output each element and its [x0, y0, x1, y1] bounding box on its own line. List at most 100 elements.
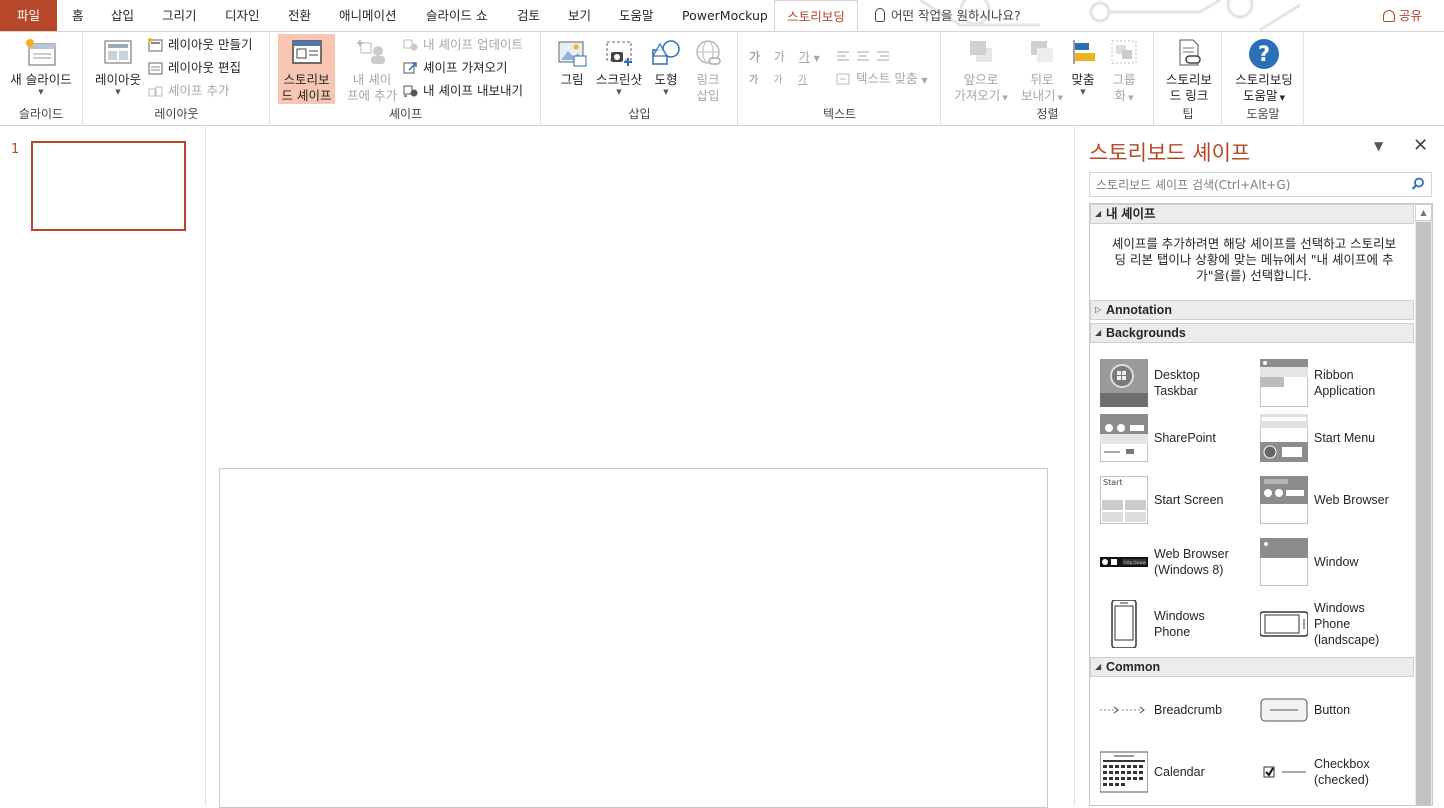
fit-text-label: 텍스트 맞춤 [856, 71, 918, 86]
scroll-up-icon[interactable]: ▲ [1415, 204, 1432, 221]
edit-layout-button[interactable]: 레이아웃 편집 [148, 57, 241, 79]
pane-options-chevron-icon[interactable]: ▼ [1374, 139, 1383, 153]
add-shape-button[interactable]: 셰이프 추가 [148, 80, 229, 102]
group-shapes: 스토리보 드 셰이프 내 셰이 프에 추가 내 셰이프 업데이트 셰이프 가져오… [271, 32, 541, 125]
group-objects-button[interactable]: 그룹 화 ▼ [1104, 34, 1144, 104]
shape-desktop-taskbar[interactable]: Desktop Taskbar [1090, 359, 1250, 407]
align-button[interactable]: 맞춤 ▼ [1066, 34, 1100, 104]
section-my-shapes-label: 내 셰이프 [1106, 207, 1156, 221]
slide[interactable] [219, 468, 1048, 808]
tab-design[interactable]: 디자인 [225, 0, 260, 31]
shape-checkbox-checked[interactable]: Checkbox (checked) [1250, 748, 1410, 796]
tab-review[interactable]: 검토 [517, 0, 540, 31]
layout-button[interactable]: 레이아웃 ▼ [88, 34, 148, 104]
tab-home[interactable]: 홈 [72, 0, 84, 31]
shape-windows-phone-landscape[interactable]: Windows Phone (landscape) [1250, 600, 1410, 648]
section-backgrounds[interactable]: ◢ Backgrounds [1090, 323, 1414, 343]
shape-desktop-taskbar-label: Desktop Taskbar [1154, 368, 1200, 398]
add-to-my-shapes-button[interactable]: 내 셰이 프에 추가 [343, 34, 401, 104]
shape-start-menu-label: Start Menu [1314, 431, 1376, 445]
shape-search-input[interactable] [1090, 173, 1400, 196]
section-backgrounds-label: Backgrounds [1106, 326, 1186, 340]
tab-powermockup[interactable]: PowerMockup [682, 0, 768, 31]
font-underline-small-button[interactable]: 가 [798, 75, 807, 86]
shape-web-browser[interactable]: Web Browser [1250, 476, 1410, 524]
picture-icon [558, 41, 587, 67]
bring-forward-button[interactable]: 앞으로 가져오기 ▼ [950, 34, 1012, 104]
help-label-2: 도움말 [1242, 88, 1278, 103]
tab-animations[interactable]: 애니메이션 [339, 0, 397, 31]
align-icon [1073, 40, 1095, 64]
my-shapes-desc-line-1: 셰이프를 추가하려면 해당 셰이프를 선택하고 스토리보 [1111, 236, 1397, 251]
fit-text-icon [836, 73, 850, 85]
storyboard-link-button[interactable]: 스토리보 드 링크 [1159, 34, 1219, 104]
fit-text-button[interactable]: 텍스트 맞춤 ▼ [836, 68, 928, 90]
shapes-button[interactable]: 도형 ▼ [646, 34, 686, 104]
text-align-icons[interactable] [836, 50, 896, 64]
group-label-help: 도움말 [1246, 107, 1280, 121]
storyboard-shapes-button[interactable]: 스토리보 드 셰이프 [278, 34, 335, 104]
shape-web-browser-label: Web Browser [1314, 493, 1389, 507]
screenshot-label: 스크린샷 [595, 72, 642, 87]
windows-phone-landscape-thumbnail-icon [1260, 611, 1308, 637]
import-shape-button[interactable]: 셰이프 가져오기 [403, 57, 507, 79]
shape-start-screen[interactable]: Start Start Screen [1090, 476, 1250, 524]
screenshot-button[interactable]: 스크린샷 ▼ [592, 34, 646, 104]
scrollbar[interactable]: ▲ [1415, 204, 1432, 805]
section-annotation[interactable]: ▷ Annotation [1090, 300, 1414, 320]
close-icon[interactable]: ✕ [1413, 135, 1428, 156]
tab-help[interactable]: 도움말 [619, 0, 654, 31]
font-shrink-button[interactable]: 가 [773, 75, 782, 86]
shape-calendar[interactable]: Calendar [1090, 748, 1250, 796]
search-icon[interactable] [1411, 177, 1425, 191]
shape-window[interactable]: Window [1250, 538, 1410, 586]
bring-forward-label-1: 앞으로 [963, 72, 999, 87]
font-small-button[interactable]: 가 [749, 75, 758, 86]
font-bold-large-button[interactable]: 가 [749, 50, 760, 64]
tell-me-text: 어떤 작업을 원하시나요? [891, 8, 1021, 23]
edit-layout-label: 레이아웃 편집 [168, 60, 241, 75]
tab-draw[interactable]: 그리기 [162, 0, 197, 31]
scrollbar-thumb[interactable] [1416, 222, 1431, 805]
section-common[interactable]: ◢ Common [1090, 657, 1414, 677]
tab-view[interactable]: 보기 [568, 0, 591, 31]
insert-link-button[interactable]: 링크 삽입 [688, 34, 728, 104]
tab-file[interactable]: 파일 [0, 0, 57, 31]
tab-storyboarding[interactable]: 스토리보딩 [774, 0, 858, 32]
share-button[interactable]: 공유 [1382, 0, 1422, 31]
send-backward-label-2: 보내기 [1020, 88, 1056, 103]
shape-sharepoint[interactable]: SharePoint [1090, 414, 1250, 462]
expanded-triangle-icon: ◢ [1095, 328, 1102, 337]
new-slide-button[interactable]: 새 슬라이드 ▼ [4, 34, 78, 104]
shape-ribbon-application[interactable]: Ribbon Application [1250, 359, 1410, 407]
tab-transitions[interactable]: 전환 [288, 0, 311, 31]
tell-me-box[interactable]: 어떤 작업을 원하시나요? [875, 0, 1021, 31]
font-grow-button[interactable]: 가 [774, 50, 785, 64]
chevron-down-icon: ▼ [921, 76, 928, 85]
shape-start-menu[interactable]: Start Menu [1250, 414, 1410, 462]
chevron-down-icon: ▼ [1125, 94, 1134, 102]
export-shape-icon [403, 85, 418, 97]
send-backward-label-1: 뒤로 [1030, 72, 1054, 87]
picture-button[interactable]: 그림 [552, 34, 592, 104]
shape-breadcrumb[interactable]: Breadcrumb [1090, 686, 1250, 734]
tab-insert[interactable]: 삽입 [111, 0, 134, 31]
export-shape-button[interactable]: 내 셰이프 내보내기 [403, 80, 523, 102]
bring-forward-label-2: 가져오기 [954, 88, 1001, 103]
shape-web-browser-windows8[interactable]: http://www Web Browser (Windows 8) [1090, 538, 1250, 586]
send-backward-button[interactable]: 뒤로 보내기 ▼ [1014, 34, 1070, 104]
tab-slideshow[interactable]: 슬라이드 쇼 [426, 0, 487, 31]
lightbulb-icon [875, 8, 885, 22]
shape-windows-phone[interactable]: Windows Phone [1090, 600, 1250, 648]
slide-thumbnail-1[interactable] [31, 141, 186, 231]
make-layout-button[interactable]: 레이아웃 만들기 [148, 34, 252, 56]
update-my-shape-button[interactable]: 내 셰이프 업데이트 [403, 34, 523, 56]
slide-editing-canvas[interactable] [207, 127, 1074, 808]
shape-button[interactable]: Button [1250, 686, 1410, 734]
collapsed-triangle-icon: ▷ [1095, 305, 1102, 314]
storyboarding-help-button[interactable]: ? 스토리보딩 도움말 ▼ [1229, 34, 1299, 104]
group-label-tips: 팁 [1182, 107, 1194, 121]
group-label-insert: 삽입 [628, 107, 651, 121]
section-my-shapes[interactable]: ◢ 내 셰이프 [1090, 204, 1414, 224]
font-underline-button[interactable]: 가 [799, 50, 810, 64]
